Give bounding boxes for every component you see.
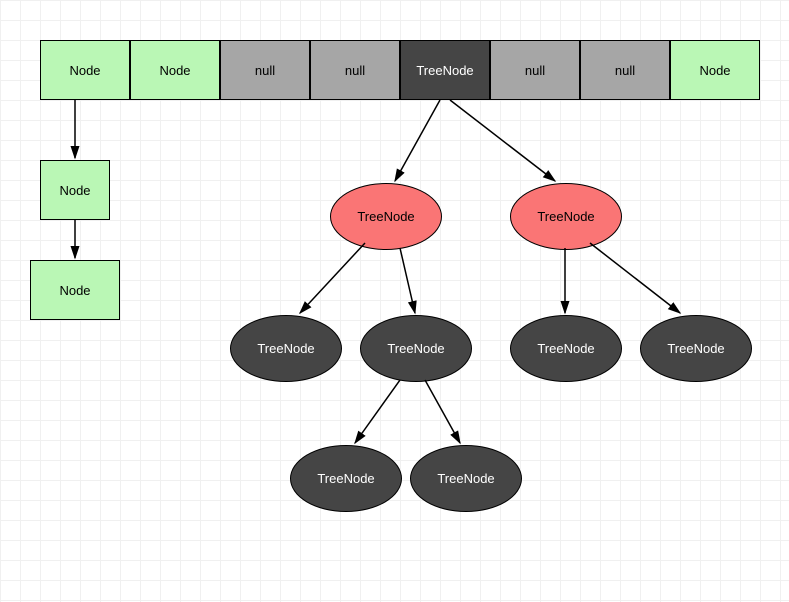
linked-node-2: Node	[30, 260, 120, 320]
tree-left-grandright: TreeNode	[410, 445, 522, 512]
array-cell-2: null	[220, 40, 310, 100]
array-cell-5: null	[490, 40, 580, 100]
array-cell-7: Node	[670, 40, 760, 100]
tree-left-root: TreeNode	[330, 183, 442, 250]
array-cell-6: null	[580, 40, 670, 100]
array-cell-4: TreeNode	[400, 40, 490, 100]
linked-node-1: Node	[40, 160, 110, 220]
array-cell-3: null	[310, 40, 400, 100]
tree-left-rightchild: TreeNode	[360, 315, 472, 382]
tree-left-grandleft: TreeNode	[290, 445, 402, 512]
tree-right-rightchild: TreeNode	[640, 315, 752, 382]
tree-right-leftchild: TreeNode	[510, 315, 622, 382]
array-cell-1: Node	[130, 40, 220, 100]
array-cell-0: Node	[40, 40, 130, 100]
tree-right-root: TreeNode	[510, 183, 622, 250]
diagram-canvas: Node Node null null TreeNode null null N…	[0, 0, 789, 602]
tree-left-leftchild: TreeNode	[230, 315, 342, 382]
